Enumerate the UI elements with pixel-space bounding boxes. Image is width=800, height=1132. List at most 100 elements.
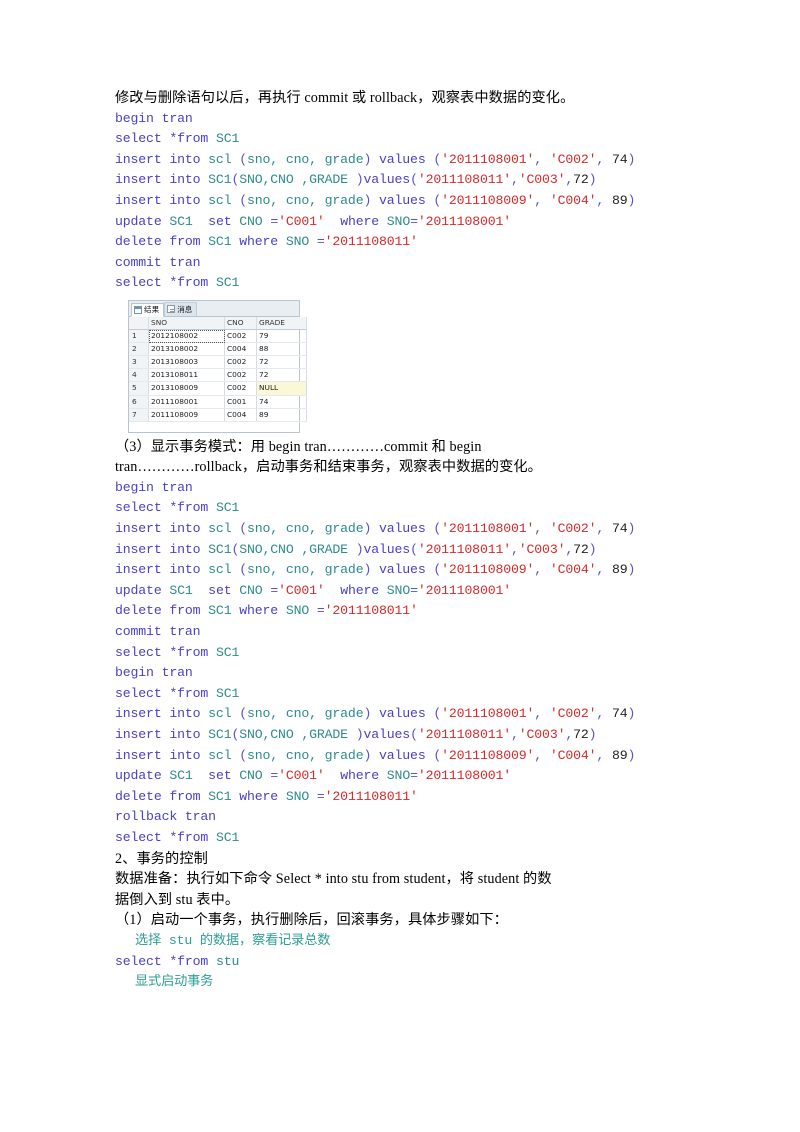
cell-cno[interactable]: C002 <box>224 368 257 383</box>
row-number[interactable]: 2 <box>129 342 149 357</box>
sql-token-str: '2011108009' <box>441 562 535 578</box>
sql-line: commit tran <box>115 253 688 274</box>
sql-token-punc: ( <box>410 727 418 742</box>
sql-token-punc: = <box>316 234 325 250</box>
sql-token-kw: insert into <box>115 747 209 763</box>
cell-sno[interactable]: 2011108009 <box>148 408 225 422</box>
sql-token-id: sno, cno, grade <box>247 192 364 208</box>
row-number[interactable]: 7 <box>129 408 149 422</box>
row-number[interactable]: 1 <box>129 329 149 344</box>
sql-token-kw: select <box>115 131 170 147</box>
cell-cno[interactable]: C002 <box>224 355 257 370</box>
sql-token-punc: , <box>596 192 612 208</box>
cell-sno[interactable]: 2013108011 <box>148 368 225 383</box>
sql-token-kw: set <box>192 213 240 229</box>
sql-token-id: scl <box>208 747 240 763</box>
sql-token-kw: select <box>115 953 170 969</box>
sql-token-id: CNO <box>239 768 271 784</box>
cell-grade[interactable]: 74 <box>256 395 307 409</box>
row-number[interactable]: 4 <box>129 368 149 383</box>
sql-line: insert into SC1(SNO,CNO ,GRADE )values('… <box>115 540 688 561</box>
sql-token-num: 89 <box>611 562 628 578</box>
column-header-sno[interactable]: SNO <box>148 316 225 331</box>
column-header-rownum[interactable] <box>129 316 149 331</box>
sql-token-str: 'C004' <box>549 747 597 763</box>
sql-token-str: 'C004' <box>549 562 597 578</box>
column-header-grade[interactable]: GRADE <box>256 316 307 331</box>
sql-token-id: SC1 <box>208 603 240 619</box>
sql-line: insert into scl (sno, cno, grade) values… <box>115 704 688 725</box>
sql-token-id: sno, cno, grade <box>247 706 364 722</box>
table-row[interactable]: 2 2013108002 C004 88 <box>129 342 307 357</box>
cell-grade[interactable]: 72 <box>256 368 307 383</box>
row-number[interactable]: 6 <box>129 395 149 409</box>
sql-block-3: select *from stu <box>115 952 688 973</box>
sql-token-kw: values <box>379 562 434 578</box>
cell-sno[interactable]: 2013108002 <box>148 342 225 357</box>
sql-token-kw: begin tran <box>115 110 193 126</box>
cell-grade[interactable]: NULL <box>256 381 307 396</box>
cell-grade[interactable]: 79 <box>256 329 307 344</box>
sql-line: select *from SC1 <box>115 129 688 150</box>
cell-grade[interactable]: 72 <box>256 355 307 370</box>
tab-results[interactable]: 结果 <box>131 302 165 317</box>
sql-token-str: 'C001' <box>278 213 325 229</box>
results-grid-panel[interactable]: 结果 消息 SNO CNO GRADE 1 2012108002 C002 79 2 20… <box>128 299 307 433</box>
sql-line: insert into scl (sno, cno, grade) values… <box>115 560 688 581</box>
table-row[interactable]: 1 2012108002 C002 79 <box>129 329 307 344</box>
sql-token-id: SC1 <box>208 234 240 250</box>
table-row[interactable]: 4 2013108011 C002 72 <box>129 368 307 383</box>
sql-token-id: SC1 <box>215 685 240 701</box>
table-row[interactable]: 7 2011108009 C004 89 <box>129 408 307 422</box>
cell-cno[interactable]: C004 <box>224 408 257 422</box>
cell-sno[interactable]: 2013108003 <box>148 355 225 370</box>
row-number[interactable]: 3 <box>129 355 149 370</box>
tab-messages[interactable]: 消息 <box>164 301 198 316</box>
cell-grade[interactable]: 89 <box>256 408 307 422</box>
sql-token-str: '2011108011' <box>324 788 418 804</box>
sql-token-num: 89 <box>611 192 628 208</box>
sql-token-id: SNO,CNO ,GRADE <box>239 172 356 188</box>
cell-sno[interactable]: 2013108009 <box>148 381 225 396</box>
sql-line: commit tran <box>115 622 688 643</box>
intro-paragraph: 修改与删除语句以后，再执行 commit 或 rollback，观察表中数据的变… <box>115 90 575 106</box>
sql-token-kw: rollback tran <box>115 809 216 825</box>
cell-cno[interactable]: C004 <box>224 342 257 357</box>
sql-token-id: SC1 <box>208 172 232 188</box>
sql-token-num: 89 <box>611 747 628 763</box>
sql-token-punc: ( <box>239 706 247 722</box>
sql-token-punc: = <box>270 768 279 784</box>
sql-token-kw: begin tran <box>115 665 193 681</box>
cell-sno[interactable]: 2011108001 <box>148 395 225 409</box>
results-table[interactable]: SNO CNO GRADE 1 2012108002 C002 79 2 20131080… <box>129 316 307 422</box>
row-number[interactable]: 5 <box>129 381 149 396</box>
sql-token-punc: , <box>596 521 612 537</box>
sql-token-punc: ) <box>627 747 636 763</box>
table-row[interactable]: 3 2013108003 C002 72 <box>129 355 307 370</box>
results-grid-tabs[interactable]: 结果 消息 <box>129 300 299 317</box>
cell-cno[interactable]: C002 <box>224 329 257 344</box>
sql-token-kw: set <box>192 582 240 598</box>
sql-line: select *from SC1 <box>115 498 688 519</box>
cell-grade[interactable]: 88 <box>256 342 307 357</box>
table-row[interactable]: 6 2011108001 C001 74 <box>129 395 307 409</box>
comment-begin-tran: 显式启动事务 <box>135 974 214 990</box>
sql-token-id: SC1 <box>208 541 232 557</box>
sql-token-kw: select <box>115 685 170 701</box>
sql-token-punc: ) <box>363 521 379 537</box>
sql-block-1: begin tran select *from SC1 insert into sc… <box>115 109 688 294</box>
sql-line: update SC1 set CNO ='C001' where SNO='20… <box>115 212 688 233</box>
sql-token-str: 'C003' <box>518 172 566 188</box>
sql-block-2: begin tran select *from SC1 insert into sc… <box>115 478 688 849</box>
sql-token-punc: ( <box>433 706 442 722</box>
table-header-row: SNO CNO GRADE <box>129 316 307 331</box>
sql-token-id: scl <box>208 192 240 208</box>
cell-sno[interactable]: 2012108002 <box>148 329 225 344</box>
cell-cno[interactable]: C002 <box>224 381 257 396</box>
cell-cno[interactable]: C001 <box>224 395 257 409</box>
column-header-cno[interactable]: CNO <box>224 316 257 331</box>
sql-line: insert into scl (sno, cno, grade) values… <box>115 746 688 767</box>
table-row[interactable]: 5 2013108009 C002 NULL <box>129 381 307 396</box>
sql-token-str: 'C003' <box>518 727 566 742</box>
sql-line: delete from SC1 where SNO ='2011108011' <box>115 787 688 808</box>
